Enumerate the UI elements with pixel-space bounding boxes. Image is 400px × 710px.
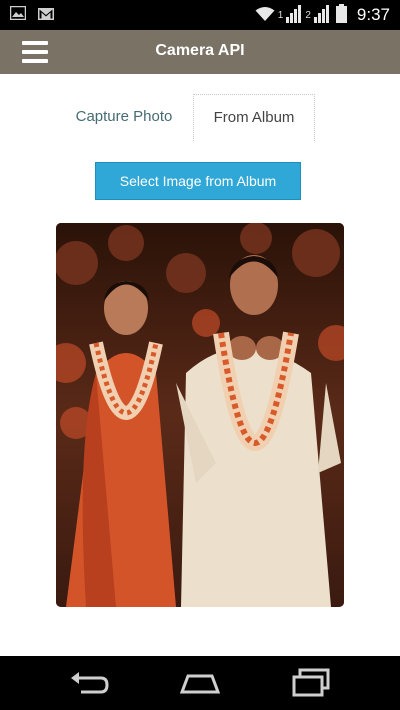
home-icon[interactable] [178, 668, 222, 698]
sim1-label: 1 [277, 9, 284, 21]
back-icon[interactable] [67, 668, 111, 698]
status-bar: 1 2 9:37 [0, 0, 400, 30]
page-title: Camera API [155, 42, 245, 59]
wifi-icon [255, 6, 275, 25]
image-icon [9, 5, 27, 25]
battery-icon [335, 4, 347, 26]
status-left-icons [9, 5, 54, 25]
tab-capture-photo[interactable]: Capture Photo [55, 94, 193, 140]
status-right-icons: 1 2 9:37 [255, 4, 390, 26]
status-time: 9:37 [356, 5, 390, 24]
recent-apps-icon[interactable] [290, 668, 334, 698]
sim2-label: 2 [305, 9, 311, 21]
screen: 1 2 9:37 Camera API Capture Photo From A… [0, 0, 400, 710]
tab-from-album[interactable]: From Album [193, 94, 315, 141]
source-tabs: Capture Photo From Album [55, 94, 320, 141]
navigation-bar [0, 656, 400, 710]
signal-1-icon [286, 4, 302, 26]
app-header: Camera API [0, 30, 400, 74]
selected-photo [56, 223, 344, 607]
signal-2-icon [313, 4, 330, 26]
gmail-icon [38, 7, 54, 25]
select-image-from-album-button[interactable]: Select Image from Album [95, 162, 301, 200]
